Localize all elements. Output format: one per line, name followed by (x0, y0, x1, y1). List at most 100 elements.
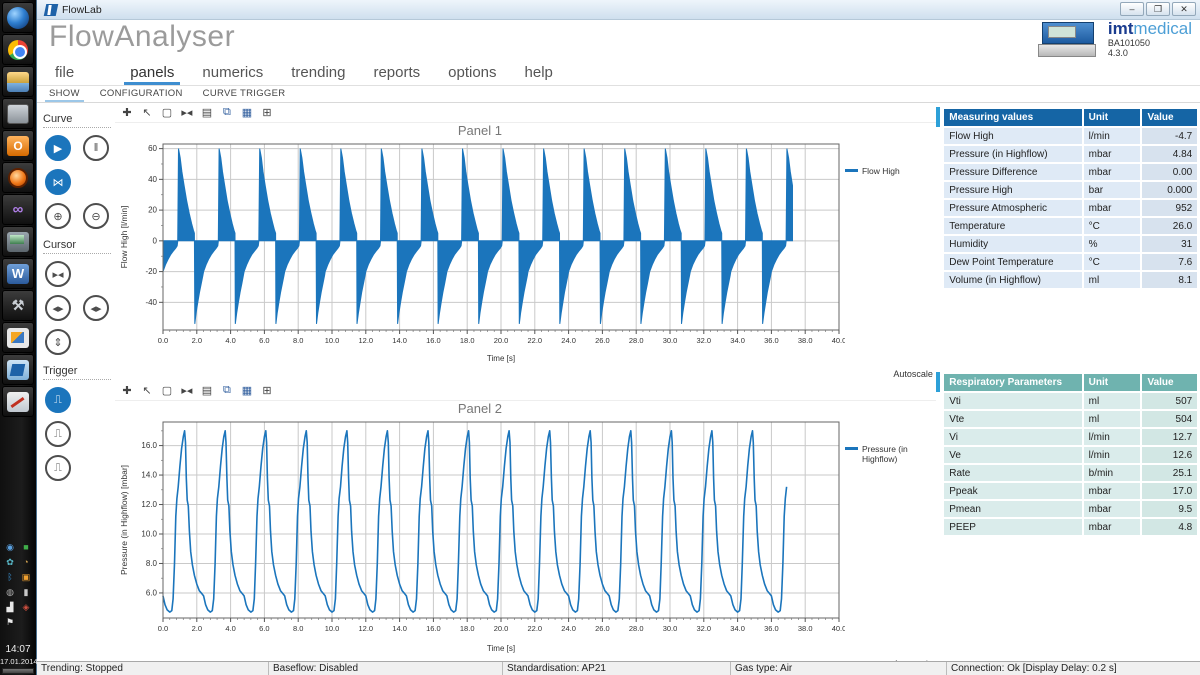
table-row[interactable]: Vteml504 (944, 411, 1197, 427)
table-row[interactable]: Vel/min12.6 (944, 447, 1197, 463)
explorer-icon[interactable] (2, 66, 34, 97)
menu-item-options[interactable]: options (442, 64, 502, 85)
table-row[interactable]: Vil/min12.7 (944, 429, 1197, 445)
tools-icon[interactable]: ⚒ (2, 290, 34, 321)
table-row[interactable]: Pressure Highbar0.000 (944, 182, 1197, 198)
panel1-autoscale-label[interactable]: Autoscale (115, 369, 933, 381)
start-orb-icon[interactable] (2, 2, 34, 33)
print-icon[interactable]: ⊞ (259, 384, 275, 397)
safe-icon[interactable] (2, 98, 34, 129)
table-row[interactable]: Rateb/min25.1 (944, 465, 1197, 481)
cell-value: 31 (1142, 236, 1197, 252)
imaging-icon[interactable] (2, 386, 34, 417)
tab-curve-trigger[interactable]: CURVE TRIGGER (199, 88, 290, 102)
chrome-icon[interactable] (2, 34, 34, 65)
pause-button[interactable]: ‖ (83, 135, 109, 161)
taskbar-date[interactable]: 17.01.2014 (0, 657, 36, 666)
tray-green-app-icon[interactable]: ■ (20, 541, 32, 553)
svg-text:16.0: 16.0 (426, 624, 441, 633)
save-icon[interactable]: ▦ (239, 384, 255, 397)
menu-item-panels[interactable]: panels (124, 64, 180, 85)
sidebar-section-label: Cursor (43, 239, 111, 254)
cell-name: PEEP (944, 519, 1081, 535)
tray-audio-error-icon[interactable]: ◈ (20, 601, 32, 613)
tray-globe-icon[interactable]: ◔ (20, 556, 32, 568)
table-row[interactable]: Vtiml507 (944, 393, 1197, 409)
select-icon[interactable]: ↖ (139, 384, 155, 397)
cursor-time-button[interactable]: ◂▸ (45, 295, 71, 321)
table-row[interactable]: Ppeakmbar17.0 (944, 483, 1197, 499)
tray-signal-icon[interactable]: ▟ (4, 601, 16, 613)
play-button[interactable]: ▶ (45, 135, 71, 161)
table-row[interactable]: Pmeanmbar9.5 (944, 501, 1197, 517)
svg-text:12.0: 12.0 (358, 336, 373, 345)
window-titlebar[interactable]: FlowLab – ❐ ✕ (37, 0, 1200, 20)
tray-network-icon[interactable]: ✿ (4, 556, 16, 568)
cursor-tool-icon[interactable]: ▸◂ (179, 106, 195, 119)
cursor-pair-button[interactable]: ▸◂ (45, 261, 71, 287)
flowlab-icon[interactable] (2, 354, 34, 385)
zoom-box-icon[interactable]: ▢ (159, 106, 175, 119)
copy-icon[interactable]: ⧉ (219, 106, 235, 119)
pan-icon[interactable]: ✚ (119, 106, 135, 119)
tab-configuration[interactable]: CONFIGURATION (96, 88, 187, 102)
tray-language-icon[interactable]: ◉ (4, 541, 16, 553)
close-button[interactable]: ✕ (1172, 2, 1196, 16)
table-row[interactable]: Pressure Differencembar0.00 (944, 164, 1197, 180)
save-icon[interactable]: ▦ (239, 106, 255, 119)
trigger-manual-button[interactable]: ⎍ (45, 455, 71, 481)
zoom-in-button[interactable]: ⊕ (45, 203, 71, 229)
panel2-chart[interactable]: 0.02.04.06.08.010.012.014.016.018.020.02… (115, 416, 845, 659)
table-row[interactable]: Humidity%31 (944, 236, 1197, 252)
window-title: FlowLab (62, 4, 102, 16)
show-desktop-button[interactable] (2, 668, 34, 674)
table-row[interactable]: Pressure (in Highflow)mbar4.84 (944, 146, 1197, 162)
table-row[interactable]: Volume (in Highflow)ml8.1 (944, 272, 1197, 288)
menu-item-reports[interactable]: reports (367, 64, 426, 85)
select-icon[interactable]: ↖ (139, 106, 155, 119)
menu-item-file[interactable]: file (49, 64, 80, 85)
outlook-icon[interactable]: O (2, 130, 34, 161)
tray-bluetooth-icon[interactable]: ᛒ (4, 571, 16, 583)
trigger-single-button[interactable]: ⎍ (45, 421, 71, 447)
cell-value: 0.00 (1142, 164, 1197, 180)
menu-item-help[interactable]: help (519, 64, 559, 85)
pan-icon[interactable]: ✚ (119, 384, 135, 397)
copy-icon[interactable]: ⧉ (219, 384, 235, 397)
tray-flag-icon[interactable]: ⚑ (4, 616, 16, 628)
menu-item-trending[interactable]: trending (285, 64, 351, 85)
table-row[interactable]: PEEPmbar4.8 (944, 519, 1197, 535)
vmware-icon[interactable] (2, 322, 34, 353)
table-row[interactable]: Flow Highl/min-4.7 (944, 128, 1197, 144)
panel1-chart[interactable]: 0.02.04.06.08.010.012.014.016.018.020.02… (115, 138, 845, 369)
cell-name: Pressure (in Highflow) (944, 146, 1081, 162)
tray-battery-icon[interactable]: ▮ (20, 586, 32, 598)
print-icon[interactable]: ⊞ (259, 106, 275, 119)
cursor-vertical-button[interactable]: ⇕ (45, 329, 71, 355)
table-row[interactable]: Temperature°C26.0 (944, 218, 1197, 234)
properties-icon[interactable]: ▤ (199, 106, 215, 119)
cell-value: 4.8 (1142, 519, 1197, 535)
minimize-button[interactable]: – (1120, 2, 1144, 16)
table-row[interactable]: Pressure Atmosphericmbar952 (944, 200, 1197, 216)
timer-icon[interactable] (2, 162, 34, 193)
svg-text:4.0: 4.0 (225, 624, 235, 633)
visual-studio-icon[interactable]: ∞ (2, 194, 34, 225)
zoom-out-button[interactable]: ⊖ (83, 203, 109, 229)
cursor-value-button[interactable]: ◂▸ (83, 295, 109, 321)
remote-desktop-icon[interactable] (2, 226, 34, 257)
menu-item-numerics[interactable]: numerics (196, 64, 269, 85)
trigger-continuous-button[interactable]: ⎍ (45, 387, 71, 413)
taskbar-clock[interactable]: 14:07 (0, 644, 36, 655)
cursor-tool-icon[interactable]: ▸◂ (179, 384, 195, 397)
fit-autoscale-button[interactable]: ⋈ (45, 169, 71, 195)
word-icon[interactable]: W (2, 258, 34, 289)
tab-show[interactable]: SHOW (45, 88, 84, 102)
svg-text:20.0: 20.0 (494, 336, 509, 345)
table-row[interactable]: Dew Point Temperature°C7.6 (944, 254, 1197, 270)
properties-icon[interactable]: ▤ (199, 384, 215, 397)
zoom-box-icon[interactable]: ▢ (159, 384, 175, 397)
tray-office-icon[interactable]: ▣ (20, 571, 32, 583)
restore-button[interactable]: ❐ (1146, 2, 1170, 16)
tray-volume-icon[interactable]: ◍ (4, 586, 16, 598)
